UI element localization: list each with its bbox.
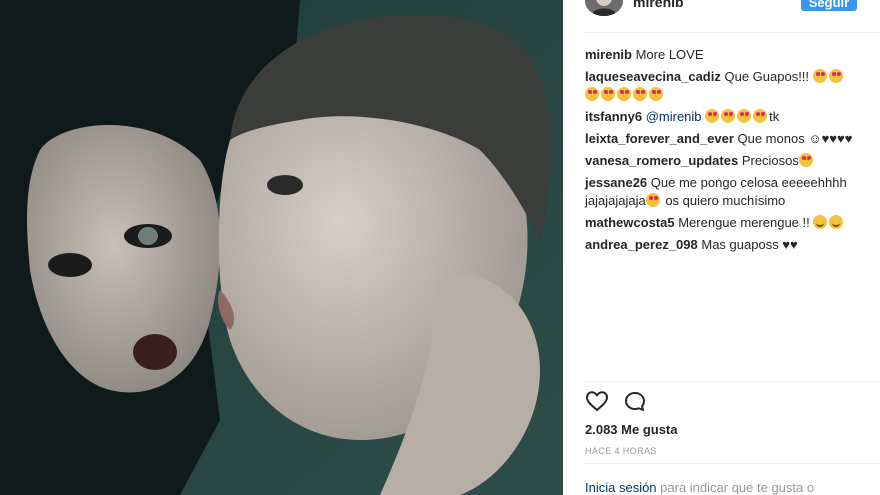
comment-username[interactable]: vanesa_romero_updates — [585, 153, 738, 168]
author-username[interactable]: mirenib — [633, 0, 684, 10]
comment-username[interactable]: leixta_forever_and_ever — [585, 131, 734, 146]
comment-username[interactable]: mirenib — [585, 47, 632, 62]
comment-suffix: os quiero muchísimo — [661, 193, 786, 208]
heart-eyes-emoji-icon — [617, 87, 631, 101]
post-timestamp: HACE 4 HORAS — [585, 446, 657, 456]
comments-list: mirenib More LOVE laqueseavecina_cadiz Q… — [585, 46, 865, 258]
comment-item: laqueseavecina_cadiz Que Guapos!!! — [585, 68, 865, 104]
comment-text: Preciosos — [741, 153, 799, 168]
comment-item: mathewcosta5 Merengue merengue !! — [585, 214, 865, 232]
comment-text: Merengue merengue !! — [678, 215, 814, 230]
heart-outline-icon[interactable] — [585, 390, 611, 416]
comment-item: jessane26 Que me pongo celosa eeeeehhhh … — [585, 174, 865, 210]
follow-button[interactable]: Seguir — [801, 0, 857, 11]
comment-text: Mas guaposs ♥♥ — [701, 237, 798, 252]
comment-text: More LOVE — [635, 47, 704, 62]
comment-item: vanesa_romero_updates Preciosos — [585, 152, 865, 170]
comment-item: itsfanny6 @mirenib tk — [585, 108, 865, 126]
comment-mention[interactable]: @mirenib — [646, 109, 702, 124]
heart-eyes-emoji-icon — [633, 87, 647, 101]
heart-eyes-emoji-icon — [721, 109, 736, 123]
comment-username[interactable]: andrea_perez_098 — [585, 237, 698, 252]
heart-eyes-emoji-icon — [753, 109, 768, 123]
login-link[interactable]: Inicia sesión — [585, 480, 657, 495]
login-prompt-text: para indicar que te gusta o — [656, 480, 815, 495]
heart-eyes-emoji-icon — [645, 193, 660, 207]
post-photo — [0, 0, 563, 495]
author-avatar[interactable] — [585, 0, 623, 16]
post-header: mirenib Seguir — [585, 0, 880, 33]
comment-suffix: tk — [769, 109, 780, 124]
comment-username[interactable]: laqueseavecina_cadiz — [585, 69, 721, 84]
heart-eyes-emoji-icon — [737, 109, 752, 123]
divider — [585, 381, 880, 382]
heart-eyes-emoji-icon — [705, 109, 720, 123]
likes-count[interactable]: 2.083 Me gusta — [585, 422, 678, 437]
comment-item: mirenib More LOVE — [585, 46, 865, 64]
comment-username[interactable]: mathewcosta5 — [585, 215, 675, 230]
heart-eyes-emoji-icon — [812, 69, 827, 83]
heart-eyes-emoji-icon — [828, 69, 843, 83]
login-prompt: Inicia sesión para indicar que te gusta … — [585, 480, 814, 495]
comment-bubble-icon[interactable] — [623, 390, 649, 416]
comment-text: Que Guapos!!! — [724, 69, 813, 84]
heart-eyes-emoji-icon — [798, 153, 813, 167]
heart-eyes-emoji-icon — [649, 87, 663, 101]
comment-username[interactable]: itsfanny6 — [585, 109, 642, 124]
smile-emoji-icon — [829, 215, 844, 229]
post-sidebar: mirenib Seguir mirenib More LOVE laquese… — [563, 0, 880, 495]
heart-eyes-emoji-icon — [585, 87, 599, 101]
comment-username[interactable]: jessane26 — [585, 175, 647, 190]
smile-emoji-icon — [813, 215, 828, 229]
comment-item: andrea_perez_098 Mas guaposs ♥♥ — [585, 236, 865, 254]
comment-text: Que monos ☺♥♥♥♥ — [737, 131, 853, 146]
comment-item: leixta_forever_and_ever Que monos ☺♥♥♥♥ — [585, 130, 865, 148]
heart-eyes-emoji-icon — [601, 87, 615, 101]
divider — [585, 463, 880, 464]
